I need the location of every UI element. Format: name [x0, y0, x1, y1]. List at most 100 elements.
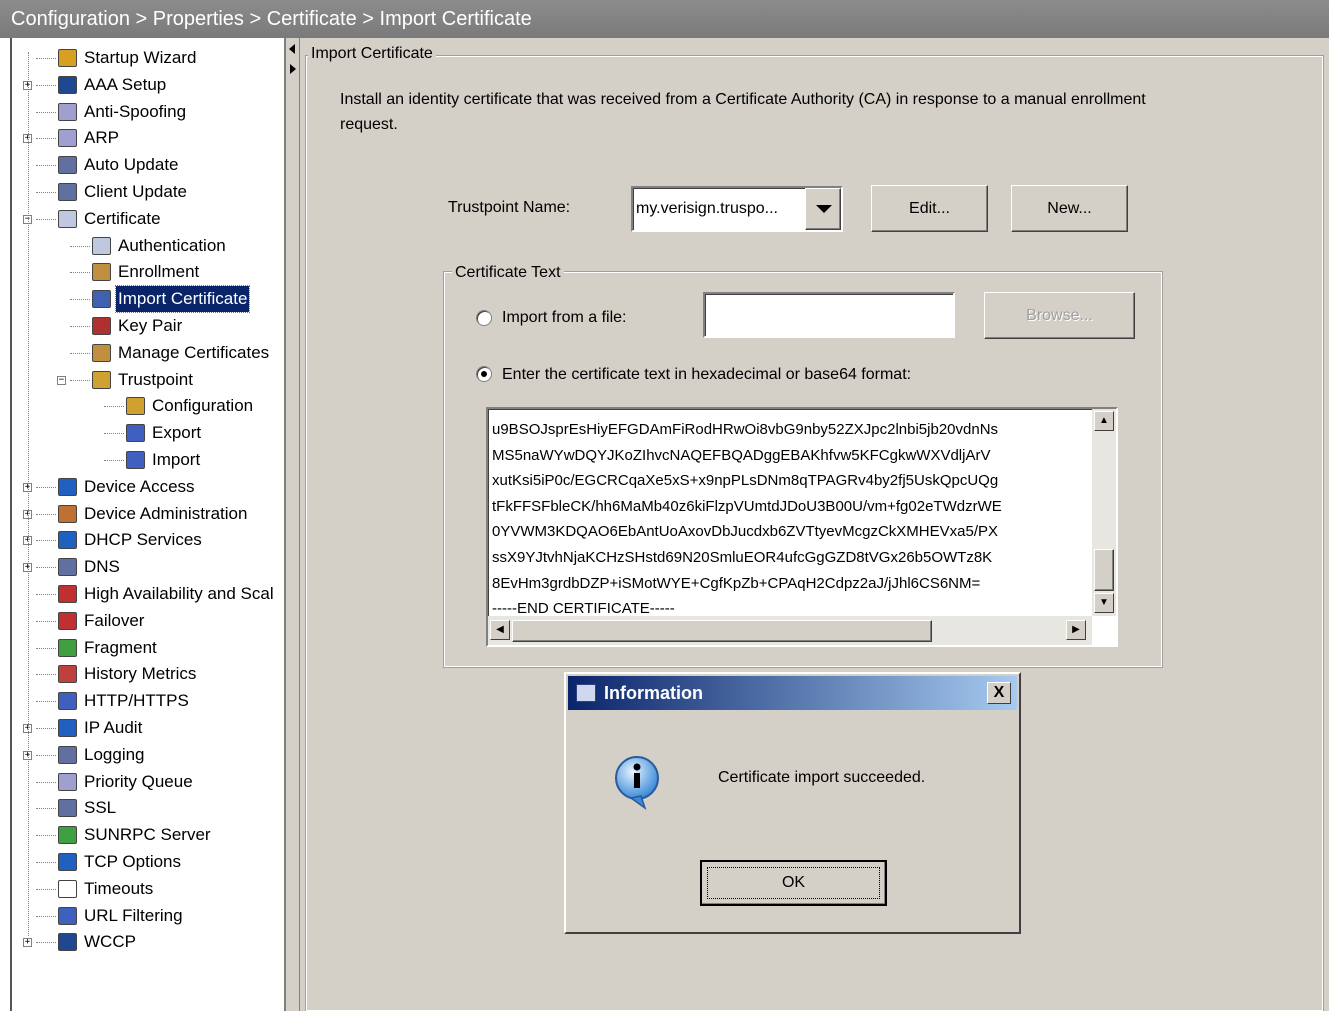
device-access-icon: [58, 477, 77, 496]
certificate-text-line: MS5naWYwDQYJKoZIhvcNAQEFBQADggEBAKhfvw5K…: [492, 446, 991, 464]
tree-item-label: Trustpoint: [118, 369, 193, 389]
users-icon: [92, 263, 111, 282]
tree-item-label: Startup Wizard: [84, 48, 197, 67]
expand-icon[interactable]: +: [23, 938, 32, 948]
edit-button[interactable]: Edit...: [871, 185, 988, 232]
expand-right-arrow-icon[interactable]: [290, 64, 296, 74]
tree-item-label: Import Certificate: [114, 285, 251, 314]
lock-icon: [58, 933, 77, 952]
file-path-input[interactable]: [703, 292, 955, 338]
tree-item-label: Anti-Spoofing: [84, 101, 187, 121]
close-icon[interactable]: X: [987, 682, 1011, 704]
tree-item-label: Manage Certificates: [118, 342, 270, 362]
tree-item-label: Import: [152, 450, 201, 469]
import-certificate-icon: [92, 290, 111, 309]
tree-item-label: TCP Options: [84, 852, 182, 871]
tree-item-label: WCCP: [84, 932, 136, 952]
tree-item-label: Client Update: [84, 182, 188, 201]
tree-item-label: Authentication: [118, 235, 226, 255]
vertical-scrollbar[interactable]: ▲ ▼: [1092, 409, 1116, 616]
certificate-text-line: ssX9YJtvhNjaKCHzSHstd69N20SmluEOR4ufcGgG…: [492, 549, 993, 566]
certificate-icon: [92, 236, 111, 255]
import-from-file-radio[interactable]: [476, 310, 492, 326]
url-icon: [58, 906, 77, 925]
scroll-up-button[interactable]: ▲: [1094, 411, 1114, 431]
tree-item-label: SUNRPC Server: [84, 825, 211, 845]
certificate-text-line: xutKsi5iP0c/EGCRCqaXe5xS+x9npPLsDNm8qTPA…: [492, 472, 999, 490]
table-icon: [58, 129, 77, 148]
queue-icon: [58, 772, 77, 791]
config-icon: [126, 397, 145, 416]
description-text: Install an identity certificate that was…: [340, 91, 1146, 133]
dialog-title: Information: [604, 683, 703, 703]
app-window-icon: [576, 684, 596, 702]
url-icon: [58, 692, 77, 711]
computer-icon: [58, 183, 77, 201]
scroll-down-button[interactable]: ▼: [1094, 593, 1114, 613]
metrics-icon: [58, 665, 77, 684]
dialog-message: Certificate import succeeded.: [718, 769, 926, 786]
trustpoint-icon: [92, 370, 111, 389]
navigation-tree[interactable]: Startup Wizard AAA Setup + Anti-Spoofing ARP…: [10, 38, 286, 1011]
certificate-text-line: u9BSOJsprEsHiyEFGDAmFiRodHRwOi8vbG9nby52…: [492, 421, 999, 438]
dhcp-icon: [58, 531, 77, 550]
computer-icon: [58, 156, 77, 175]
dialog-title-bar[interactable]: Information X: [568, 676, 1017, 710]
scroll-left-button[interactable]: ◀: [490, 620, 510, 640]
wizard-icon: [58, 49, 77, 67]
new-button[interactable]: New...: [1011, 185, 1128, 232]
audit-icon: [58, 719, 77, 737]
trustpoint-name-dropdown[interactable]: my.verisign.truspo...: [631, 186, 843, 232]
tree-item-label: Key Pair: [118, 316, 183, 335]
tree-item-label: Device Administration: [84, 503, 248, 523]
failover-icon: [58, 611, 77, 630]
key-icon: [92, 317, 111, 335]
tree-item-label: Auto Update: [84, 155, 179, 175]
browse-button[interactable]: Browse...: [984, 292, 1135, 339]
tree-item-label: ARP: [84, 128, 119, 148]
trustpoint-name-value: my.verisign.truspo...: [636, 200, 778, 217]
chevron-down-icon: [816, 205, 832, 213]
certificate-text-line: 0YVWM3KDQAO6EbAntUoAxovDbJucdxb6ZVTtyevM…: [492, 523, 999, 541]
server-icon: [58, 826, 77, 845]
scroll-right-button[interactable]: ▶: [1066, 620, 1086, 640]
enter-text-label: Enter the certificate text in hexadecima…: [502, 366, 912, 383]
certificate-text-line: 8EvHm3grdbDZP+iSMotWYE+CgfKpZb+CPAqH2Cdp…: [492, 574, 981, 592]
collapse-icon[interactable]: −: [57, 375, 66, 385]
dns-icon: [58, 558, 77, 577]
tree-item-label: Certificate: [84, 208, 161, 228]
tree-item-label: AAA Setup: [84, 74, 167, 94]
tcp-icon: [58, 853, 77, 871]
tree-item-label: IP Audit: [84, 718, 143, 737]
tree-item-label: SSL: [84, 798, 117, 818]
tree-item-label: Priority Queue: [84, 771, 193, 791]
fragment-icon: [58, 638, 77, 657]
info-icon: [615, 756, 659, 810]
logging-icon: [58, 745, 77, 764]
shield-icon: [58, 102, 77, 121]
users-icon: [92, 343, 111, 362]
horizontal-scrollbar[interactable]: ◀ ▶: [488, 616, 1092, 645]
import-icon: [126, 451, 145, 469]
trustpoint-name-label: Trustpoint Name:: [448, 199, 571, 216]
tree-item-label: DHCP Services: [84, 530, 202, 550]
tree-item-label: HTTP/HTTPS: [84, 691, 189, 711]
ok-button[interactable]: OK: [700, 860, 887, 906]
export-icon: [126, 424, 145, 443]
import-certificate-group-title: Import Certificate: [308, 45, 436, 63]
tree-item-label: Enrollment: [118, 262, 200, 282]
vertical-scroll-thumb[interactable]: [1094, 549, 1114, 591]
tree-item-label: DNS: [84, 557, 120, 577]
tree-item-label: High Availability and Scal: [84, 584, 274, 603]
panel-splitter[interactable]: [286, 38, 300, 1011]
collapse-left-arrow-icon[interactable]: [289, 44, 295, 54]
dropdown-arrow-button[interactable]: [805, 188, 841, 230]
tree-item-label: Timeouts: [84, 878, 154, 898]
tree-item-label: Configuration: [152, 396, 254, 416]
clock-icon: [58, 879, 77, 898]
tree-item-label: URL Filtering: [84, 905, 183, 925]
tree-item-label: Fragment: [84, 637, 157, 657]
horizontal-scroll-thumb[interactable]: [512, 620, 932, 642]
enter-text-radio[interactable]: [476, 366, 492, 382]
certificate-text-area[interactable]: u9BSOJsprEsHiyEFGDAmFiRodHRwOi8vbG9nby52…: [486, 407, 1118, 647]
